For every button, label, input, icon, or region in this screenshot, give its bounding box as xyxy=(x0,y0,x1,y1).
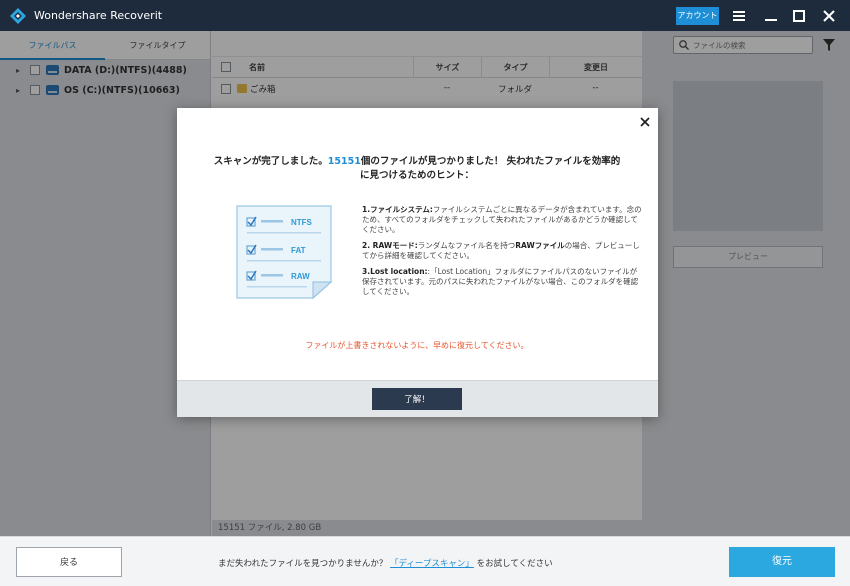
found-file-count: 15151 xyxy=(327,156,361,167)
deep-scan-suffix: をお試してください xyxy=(476,559,553,569)
app-logo-icon xyxy=(9,7,27,25)
tip-raw-mode: 2. RAWモード:ランダムなファイル名を持つRAWファイルの場合、プレビューし… xyxy=(362,241,642,261)
overwrite-warning: ファイルが上書きされないように、早めに復元してください。 xyxy=(305,341,529,350)
dialog-footer: 了解！ xyxy=(177,380,658,417)
raw-label: RAW xyxy=(291,272,310,281)
deep-scan-prompt: まだ失われたファイルを見つかりませんか？ xyxy=(218,559,388,569)
ntfs-label: NTFS xyxy=(291,218,313,227)
title-text-start: スキャンが完了しました。 xyxy=(213,156,328,167)
deep-scan-link[interactable]: 「ディープスキャン」 xyxy=(390,559,474,569)
title-bar: Wondershare Recoverit アカウント xyxy=(0,0,850,31)
tip2-body-start: ランダムなファイル名を持つ xyxy=(417,241,516,250)
tip2-heading: 2. RAWモード: xyxy=(362,241,418,250)
maximize-icon[interactable] xyxy=(790,7,808,25)
title-text-line2: に見つけるためのヒント： xyxy=(359,170,474,181)
footer-bar: 戻る まだ失われたファイルを見つかりませんか？ 「ディープスキャン」 をお試して… xyxy=(0,536,850,586)
deep-scan-message: まだ失われたファイルを見つかりませんか？ 「ディープスキャン」 をお試してくださ… xyxy=(218,557,553,569)
tip2-body-bold: RAWファイル xyxy=(515,241,565,250)
app-title: Wondershare Recoverit xyxy=(34,9,163,22)
title-text-end: 個のファイルが見つかりました！ 失われたファイルを効率的 xyxy=(360,156,621,167)
minimize-icon[interactable] xyxy=(762,7,780,25)
account-button[interactable]: アカウント xyxy=(676,7,719,25)
scan-complete-dialog: スキャンが完了しました。15151個のファイルが見つかりました！ 失われたファイ… xyxy=(177,108,658,417)
recover-button[interactable]: 復元 xyxy=(729,547,835,577)
tip-file-system: 1.ファイルシステム:ファイルシステムごとに異なるデータが含まれています。念のた… xyxy=(362,205,642,235)
tip3-heading: 3.Lost location: xyxy=(362,267,428,276)
ok-button[interactable]: 了解！ xyxy=(372,388,462,410)
tips-list: 1.ファイルシステム:ファイルシステムごとに異なるデータが含まれています。念のた… xyxy=(362,205,642,303)
dialog-close-icon[interactable] xyxy=(638,115,652,129)
tip1-heading: 1.ファイルシステム: xyxy=(362,205,433,214)
tip-lost-location: 3.Lost location::「Lost Location」フォルダにファイ… xyxy=(362,267,642,297)
menu-icon[interactable] xyxy=(730,7,748,25)
back-button[interactable]: 戻る xyxy=(16,547,122,577)
close-icon[interactable] xyxy=(820,7,838,25)
fat-label: FAT xyxy=(291,246,306,255)
dialog-title: スキャンが完了しました。15151個のファイルが見つかりました！ 失われたファイ… xyxy=(207,155,627,183)
file-system-illustration: NTFS FAT RAW xyxy=(235,204,343,300)
